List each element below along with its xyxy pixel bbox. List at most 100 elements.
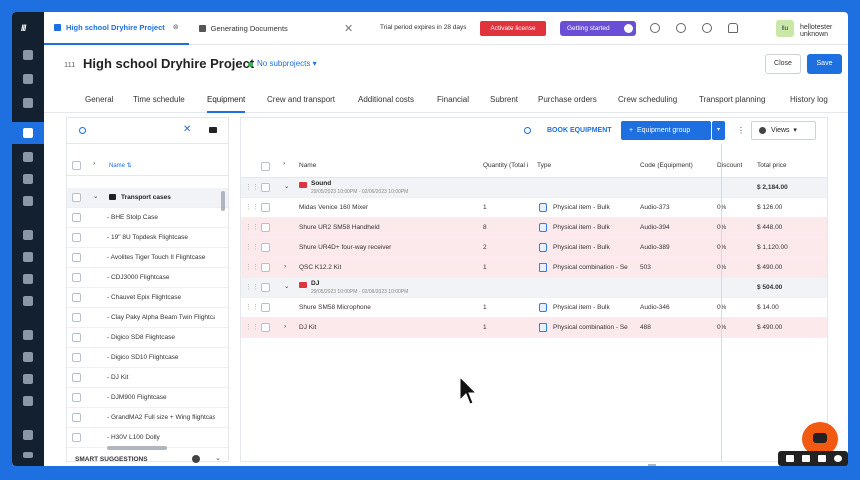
warehouse-icon[interactable] [23,98,33,108]
tab-general[interactable]: General [85,89,113,113]
chevron-down-icon[interactable]: ⌄ [215,454,221,462]
drag-handle-icon[interactable]: ⋮⋮ [245,303,259,311]
list-item[interactable]: - Clay Paky Alpha Beam Twin Flightcase [67,308,228,328]
horizontal-scrollbar[interactable] [648,464,656,466]
calendar-icon[interactable] [23,74,33,84]
vertical-scrollbar[interactable] [221,191,225,211]
table-row[interactable]: ⋮⋮ › QSC K12.2 Kit 1 Physical combination - … [241,258,827,278]
views-dropdown[interactable]: Views ▾ [751,121,816,140]
row-checkbox[interactable] [72,333,81,342]
settings-icon[interactable] [834,455,842,462]
row-checkbox[interactable] [261,223,270,232]
column-name[interactable]: Name [299,162,316,169]
equipment-icon[interactable] [23,230,33,240]
row-checkbox[interactable] [72,373,81,382]
tab-close-icon[interactable]: ⊗ [173,23,179,31]
book-equipment-button[interactable]: BOOK EQUIPMENT [547,127,612,134]
tab-time-schedule[interactable]: Time schedule [133,89,185,113]
table-group-row[interactable]: ⋮⋮ ⌄ Sound 29/05/2023 10:00PM - 02/06/2023 … [241,178,827,198]
row-checkbox[interactable] [261,303,270,312]
contacts-icon[interactable] [23,152,33,162]
close-tabs-icon[interactable]: ✕ [344,12,353,45]
crew-card-icon[interactable] [23,252,33,262]
column-type[interactable]: Type [537,162,551,169]
more-options-icon[interactable]: ⋮ [737,126,745,135]
list-item[interactable]: - Avolites Tiger Touch II Flightcase [67,248,228,268]
list-item[interactable]: - Digico SD10 Flightcase [67,348,228,368]
list-item[interactable]: - GrandMA2 Full size + Wing flightcase [67,408,228,428]
truck-icon[interactable] [23,296,33,306]
search-bar[interactable]: ✕ [67,118,228,144]
table-row[interactable]: ⋮⋮ Shure SM58 Microphone 1 Physical item - … [241,298,827,318]
row-checkbox[interactable] [72,393,81,402]
list-item[interactable]: - CDJ3000 Flightcase [67,268,228,288]
table-group-row[interactable]: ⋮⋮ ⌄ DJ 29/05/2023 10:00PM - 02/06/2023 10:… [241,278,827,298]
column-code[interactable]: Code (Equipment) [640,162,693,169]
item-quantity[interactable]: 1 [483,264,487,271]
drag-handle-icon[interactable]: ⋮⋮ [245,323,259,331]
bell-icon[interactable] [728,23,738,33]
wrench-icon[interactable] [23,374,33,384]
activate-license-button[interactable]: Activate license [480,21,546,36]
camera-icon[interactable] [786,455,794,462]
row-checkbox[interactable] [72,433,81,442]
tab-equipment[interactable]: Equipment [207,89,246,113]
select-all-checkbox[interactable] [261,162,270,171]
item-quantity[interactable]: 1 [483,204,487,211]
item-name[interactable]: Shure SM58 Microphone [299,304,479,311]
row-checkbox[interactable] [72,313,81,322]
chevron-down-icon[interactable]: ⌄ [93,192,98,200]
row-checkbox[interactable] [72,293,81,302]
row-checkbox[interactable] [72,253,81,262]
row-checkbox[interactable] [261,203,270,212]
tab-transport-planning[interactable]: Transport planning [699,89,765,113]
row-checkbox[interactable] [72,413,81,422]
expand-all-icon[interactable]: › [93,160,95,167]
table-row[interactable]: ⋮⋮›DJ Kit1Physical combination - Se4880%… [241,318,827,338]
help-icon[interactable] [702,23,712,33]
drag-handle-icon[interactable]: ⋮⋮ [245,183,259,191]
tasks-icon[interactable] [23,330,33,340]
item-name[interactable]: Midas Venice 160 Mixer [299,204,479,211]
dashboard-icon[interactable] [23,50,33,60]
tab-crew-scheduling[interactable]: Crew scheduling [618,89,677,113]
projects-icon[interactable] [23,128,33,138]
tab-subrent[interactable]: Subrent [490,89,518,113]
column-quantity[interactable]: Quantity (Total i [483,162,528,169]
list-item[interactable]: - 19" 8U Topdesk Flightcase [67,228,228,248]
drag-handle-icon[interactable]: ⋮⋮ [245,203,259,211]
drag-handle-icon[interactable]: ⋮⋮ [245,283,259,291]
column-name[interactable]: Name ⇅ [109,162,132,169]
list-group-row[interactable]: ⌄ Transport cases [67,188,228,208]
select-all-checkbox[interactable] [72,161,81,170]
collapse-icon[interactable] [23,452,33,458]
chevron-right-icon[interactable]: › [284,323,286,330]
drag-handle-icon[interactable]: ⋮⋮ [245,263,259,271]
tab-history-log[interactable]: History log [790,89,828,113]
item-name[interactable]: Shure UR2 SM58 Handheld [299,224,479,231]
tab-project[interactable]: High school Dryhire Project ⊗ [44,12,189,45]
tab-crew-and-transport[interactable]: Crew and transport [267,89,335,113]
clock-icon[interactable] [23,352,33,362]
tab-purchase-orders[interactable]: Purchase orders [538,89,597,113]
tab-additional-costs[interactable]: Additional costs [358,89,414,113]
item-quantity[interactable]: 1 [483,304,487,311]
screen-icon[interactable] [818,455,826,462]
search-icon[interactable] [524,127,531,134]
list-item[interactable]: - Digico SD8 Flightcase [67,328,228,348]
row-checkbox[interactable] [261,243,270,252]
close-button[interactable]: Close [765,54,801,74]
list-item[interactable]: - Chauvet Epix Flightcase [67,288,228,308]
table-row[interactable]: ⋮⋮ Shure UR2 SM58 Handheld 8 Physical item … [241,218,827,238]
item-quantity[interactable]: 2 [483,244,487,251]
table-row[interactable]: ⋮⋮ Midas Venice 160 Mixer 1 Physical item -… [241,198,827,218]
tag-filter-icon[interactable] [209,127,217,133]
add-equipment-group-button[interactable]: + Equipment group [621,121,711,140]
list-item[interactable]: - DJ Kit [67,368,228,388]
username[interactable]: hellotester unknown [800,24,848,38]
list-item[interactable]: - DJM900 Flightcase [67,388,228,408]
avatar[interactable]: llu [776,20,794,37]
row-checkbox[interactable] [72,213,81,222]
item-name[interactable]: Shure UR4D+ four-way receiver [299,244,479,251]
list-item[interactable]: - H30V L100 Dolly [67,428,228,448]
